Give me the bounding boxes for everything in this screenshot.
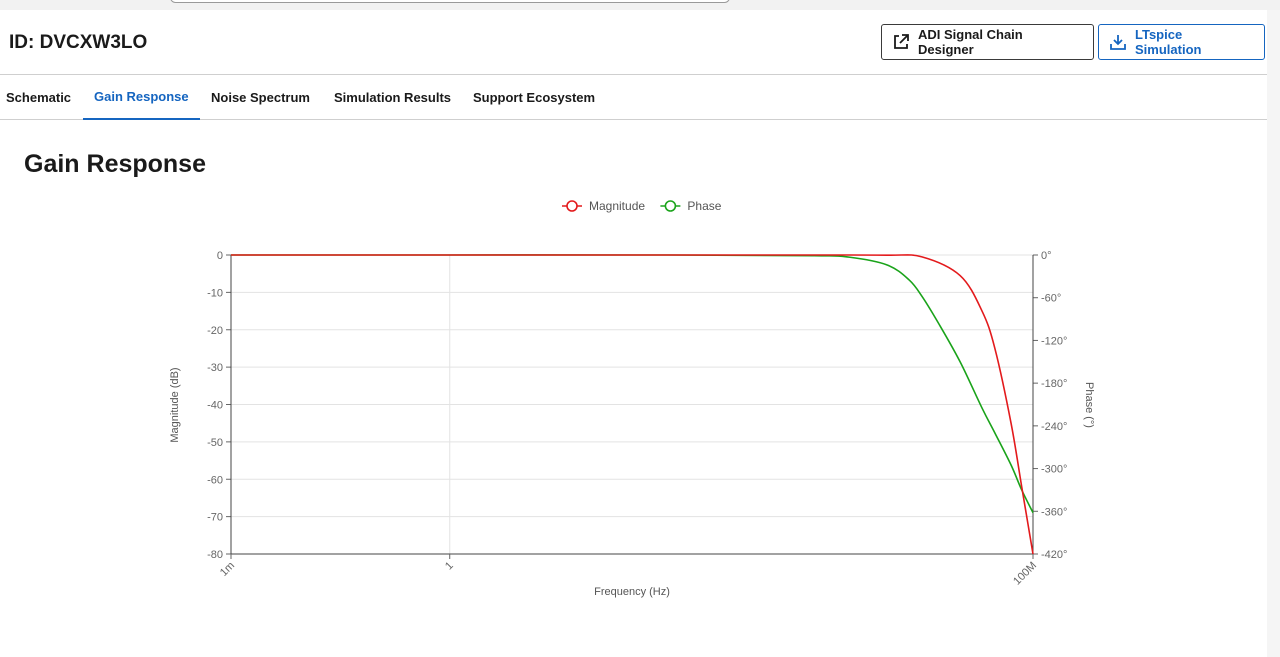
x-axis-label: Frequency (Hz) <box>594 586 670 598</box>
y-left-tick-label: -60 <box>207 474 223 486</box>
ltspice-simulation-button[interactable]: LTspice Simulation <box>1098 24 1265 60</box>
x-tick-label: 1m <box>218 560 237 579</box>
y-left-tick-label: -70 <box>207 512 223 524</box>
gain-response-chart: 0 -10 -20 -30 -40 -50 -60 -70 -80 0° -60° -120° -180… <box>169 199 1095 598</box>
ltspice-button-label: LTspice Simulation <box>1135 27 1202 57</box>
y-right-tick-label: -360° <box>1041 506 1067 518</box>
legend-label: Magnitude <box>589 199 645 213</box>
y-left-tick-label: -50 <box>207 437 223 449</box>
y-right-tick-label: -120° <box>1041 335 1067 347</box>
y-right-tick-label: -240° <box>1041 421 1067 433</box>
y-right-tick-label: -180° <box>1041 378 1067 390</box>
x-tick-label: 1 <box>443 560 456 573</box>
legend-swatch-marker <box>664 200 677 212</box>
tab-noise-spectrum[interactable]: Noise Spectrum <box>211 75 310 120</box>
search-input[interactable] <box>170 0 730 3</box>
scrollbar[interactable] <box>1267 10 1280 657</box>
y-left-tick-label: -10 <box>207 287 223 299</box>
tab-simulation-results[interactable]: Simulation Results <box>334 75 451 120</box>
page-id: ID: DVCXW3LO <box>9 32 148 53</box>
y-right-axis-label: Phase (°) <box>1083 382 1095 428</box>
y-right-tick-label: -300° <box>1041 464 1067 476</box>
y-right-tick-label: -60° <box>1041 293 1061 305</box>
page-header: ID: DVCXW3LO ADI Signal Chain Designer L… <box>0 10 1267 75</box>
series-line-phase <box>231 254 1034 514</box>
adi-button-label: ADI Signal Chain Designer <box>918 27 1023 57</box>
y-left-tick-label: -30 <box>207 362 223 374</box>
download-icon <box>1110 35 1126 50</box>
y-left-tick-label: -80 <box>207 549 223 561</box>
y-right-tick-label: 0° <box>1041 250 1052 262</box>
external-link-icon <box>894 34 909 49</box>
legend-label: Phase <box>687 199 721 213</box>
tab-schematic[interactable]: Schematic <box>6 75 71 120</box>
y-left-axis-label: Magnitude (dB) <box>169 367 181 442</box>
legend-swatch-marker <box>566 200 578 212</box>
tab-bar: Schematic Gain Response Noise Spectrum S… <box>0 75 1267 120</box>
top-strip <box>0 0 1280 10</box>
y-left-tick-label: 0 <box>217 250 223 262</box>
y-right-tick-label: -420° <box>1041 549 1067 561</box>
tab-gain-response[interactable]: Gain Response <box>83 75 200 120</box>
y-left-tick-label: -40 <box>207 400 223 412</box>
y-left-tick-label: -20 <box>207 325 223 337</box>
tab-support-ecosystem[interactable]: Support Ecosystem <box>473 75 595 120</box>
adi-signal-chain-designer-button[interactable]: ADI Signal Chain Designer <box>881 24 1094 60</box>
x-tick-label: 100M <box>1011 560 1039 588</box>
section-title: Gain Response <box>24 150 206 178</box>
